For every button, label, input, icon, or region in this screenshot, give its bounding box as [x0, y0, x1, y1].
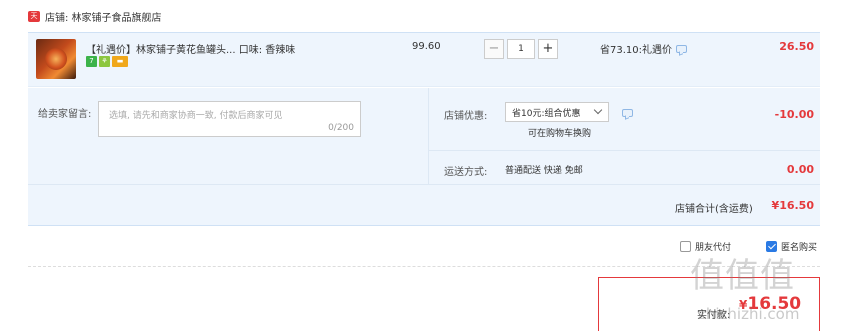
product-thumbnail[interactable] [36, 39, 76, 79]
chat-icon[interactable] [676, 44, 687, 53]
memo-char-count: 0/200 [328, 123, 354, 133]
coupon-amount: -10.00 [774, 108, 814, 121]
shop-total-amount: ¥16.50 [771, 199, 814, 212]
tmall-icon: 天猫 [28, 10, 40, 31]
unit-price: 99.60 [412, 41, 441, 52]
order-extras-panel: 给卖家留言: 选填, 请先和商家协商一致, 付款后商家可见 0/200 店铺优惠… [28, 88, 820, 226]
watermark-logo: 值值值 [690, 256, 795, 296]
shipping-method: 普通配送 快递 免邮 [505, 166, 583, 176]
memo-label: 给卖家留言: [38, 109, 92, 120]
divider [428, 88, 429, 184]
product-title[interactable]: 【礼遇价】林家铺子黄花鱼罐头... 口味: 香辣味 [86, 41, 295, 56]
shop-total-label: 店铺合计(含运费) [675, 204, 753, 215]
shipping-label: 运送方式: [444, 167, 488, 178]
memo-textarea[interactable]: 选填, 请先和商家协商一致, 付款后商家可见 0/200 [98, 101, 361, 137]
divider [428, 150, 820, 151]
quantity-input[interactable] [507, 39, 535, 59]
coupon-note: 可在购物车换购 [528, 129, 592, 139]
watermark-site: zhizhizhi.com [698, 305, 800, 323]
saving-text: 省73.10:礼遇价 [600, 45, 672, 56]
item-subtotal: 26.50 [779, 40, 814, 53]
order-item-row: 【礼遇价】林家铺子黄花鱼罐头... 口味: 香辣味 7 ⚘ ▬ 99.60 − … [28, 32, 820, 87]
service-tag-card-icon[interactable]: ▬ [112, 56, 128, 67]
divider [28, 184, 820, 185]
coupon-selected-value: 省10元:组合优惠 [512, 108, 581, 119]
shop-name[interactable]: 店铺: 林家铺子食品旗舰店 [45, 9, 162, 24]
memo-placeholder: 选填, 请先和商家协商一致, 付款后商家可见 [109, 111, 283, 121]
chat-icon[interactable] [622, 109, 633, 117]
coupon-select[interactable]: 省10元:组合优惠 [505, 102, 609, 122]
coupon-label: 店铺优惠: [444, 111, 488, 122]
quantity-plus-button[interactable]: + [538, 39, 558, 59]
shop-header: 天猫 店铺: 林家铺子食品旗舰店 [28, 8, 162, 31]
saving-info: 省73.10:礼遇价 [600, 41, 687, 56]
shipping-amount: 0.00 [786, 163, 814, 176]
quantity-minus-button[interactable]: − [484, 39, 504, 59]
service-tag-flower-icon[interactable]: ⚘ [99, 56, 110, 67]
quantity-stepper: − + [484, 39, 558, 59]
chevron-down-icon [593, 105, 603, 115]
product-tags: 7 ⚘ ▬ [86, 56, 128, 67]
service-tag-7day-icon[interactable]: 7 [86, 56, 97, 67]
